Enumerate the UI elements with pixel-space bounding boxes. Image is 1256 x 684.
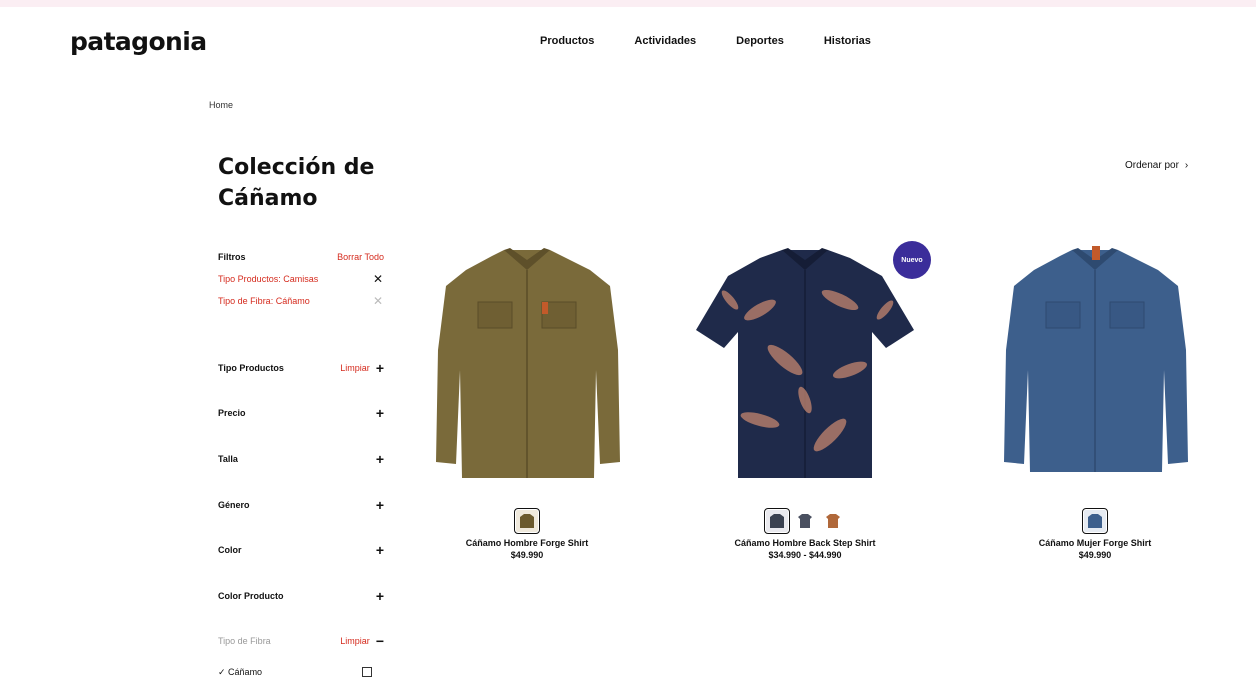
shirt-illustration: [1004, 246, 1188, 472]
active-filter-label: Tipo de Fibra: Cáñamo: [218, 296, 310, 306]
color-swatch[interactable]: [822, 510, 844, 532]
product-price: $34.990 - $44.990: [768, 550, 842, 560]
product-card[interactable]: Cáñamo Hombre Forge Shirt $49.990: [412, 240, 642, 560]
shirt-illustration: [436, 248, 620, 478]
filter-group-tipo-productos[interactable]: Tipo Productos Limpiar +: [218, 359, 384, 377]
color-swatches: [412, 508, 642, 534]
clear-all-link[interactable]: Borrar Todo: [337, 252, 384, 268]
filter-group-genero[interactable]: Género +: [218, 496, 384, 514]
filters-panel: Filtros Borrar Todo Tipo Productos: Cami…: [218, 252, 384, 312]
product-image[interactable]: [412, 240, 642, 490]
product-image[interactable]: [690, 240, 920, 490]
new-badge: Nuevo: [893, 241, 931, 279]
filter-group-label: Tipo Productos: [218, 363, 284, 373]
close-icon[interactable]: ✕: [372, 272, 384, 286]
filter-option-canamo[interactable]: ✓ Cáñamo: [218, 667, 372, 678]
main-nav: Productos Actividades Deportes Historias: [540, 35, 871, 47]
active-filter-chip[interactable]: Tipo Productos: Camisas ✕: [218, 268, 384, 290]
product-name[interactable]: Cáñamo Hombre Forge Shirt: [412, 538, 642, 548]
shirt-illustration: [696, 248, 914, 478]
filter-group-label: Género: [218, 500, 250, 510]
filter-group-talla[interactable]: Talla +: [218, 450, 384, 468]
plus-icon: +: [375, 497, 384, 513]
filter-clear-link[interactable]: Limpiar: [340, 363, 370, 373]
active-filter-chip[interactable]: Tipo de Fibra: Cáñamo ✕: [218, 290, 384, 312]
filters-header: Filtros Borrar Todo: [218, 252, 384, 268]
color-swatches: [690, 508, 920, 534]
filter-group-color-producto[interactable]: Color Producto +: [218, 587, 384, 605]
nav-actividades[interactable]: Actividades: [634, 35, 696, 47]
filter-group-precio[interactable]: Precio +: [218, 404, 384, 422]
filters-heading: Filtros: [218, 252, 246, 262]
plus-icon: +: [375, 451, 384, 467]
top-banner-strip: [0, 0, 1256, 7]
product-price: $49.990: [510, 550, 544, 560]
plus-icon: +: [375, 360, 384, 376]
nav-historias[interactable]: Historias: [824, 35, 871, 47]
color-swatch[interactable]: [1082, 508, 1108, 534]
active-filter-label: Tipo Productos: Camisas: [218, 274, 319, 284]
plus-icon: +: [375, 542, 384, 558]
filter-group-label: Color: [218, 545, 242, 555]
filter-clear-link[interactable]: Limpiar: [340, 636, 370, 646]
product-card[interactable]: Cáñamo Mujer Forge Shirt $49.990: [980, 240, 1210, 560]
filter-option-label: Cáñamo: [228, 667, 263, 677]
plus-icon: +: [375, 405, 384, 421]
chevron-right-icon: ›: [1184, 160, 1189, 171]
nav-deportes[interactable]: Deportes: [736, 35, 784, 47]
breadcrumb[interactable]: Home: [209, 100, 233, 110]
filter-group-label: Color Producto: [218, 591, 284, 601]
filter-group-label: Tipo de Fibra: [218, 636, 271, 646]
product-price: $49.990: [1078, 550, 1112, 560]
plus-icon: +: [375, 588, 384, 604]
patagonia-logo[interactable]: patagonia: [70, 27, 207, 56]
product-card[interactable]: Cáñamo Hombre Back Step Shirt $34.990 - …: [690, 240, 920, 560]
color-swatch[interactable]: [514, 508, 540, 534]
color-swatches: [980, 508, 1210, 534]
product-name[interactable]: Cáñamo Mujer Forge Shirt: [980, 538, 1210, 548]
color-swatch[interactable]: [794, 510, 816, 532]
sort-button[interactable]: Ordenar por ›: [1125, 160, 1188, 171]
sort-label: Ordenar por: [1125, 160, 1179, 171]
filter-group-label: Talla: [218, 454, 238, 464]
close-icon[interactable]: ✕: [372, 294, 384, 308]
nav-productos[interactable]: Productos: [540, 35, 594, 47]
page-title: Colección de Cáñamo: [218, 155, 375, 211]
check-icon: ✓: [218, 667, 229, 677]
checkbox[interactable]: [362, 667, 372, 677]
filter-group-tipo-fibra[interactable]: Tipo de Fibra Limpiar −: [218, 632, 384, 650]
minus-icon: −: [375, 633, 384, 649]
product-image[interactable]: [980, 240, 1210, 490]
filter-group-color[interactable]: Color +: [218, 541, 384, 559]
color-swatch[interactable]: [764, 508, 790, 534]
filter-group-label: Precio: [218, 408, 246, 418]
product-name[interactable]: Cáñamo Hombre Back Step Shirt: [690, 538, 920, 548]
